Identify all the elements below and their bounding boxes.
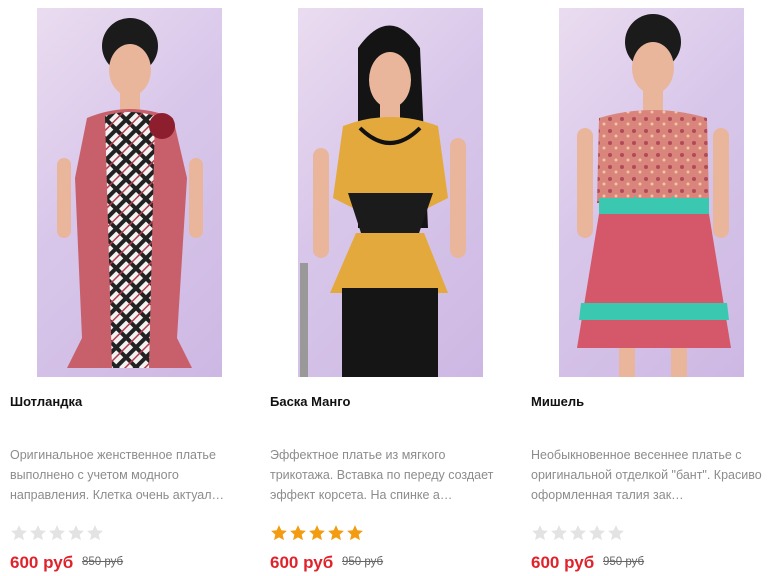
star-icon[interactable] bbox=[10, 524, 28, 542]
product-image-peplum-dress[interactable] bbox=[298, 8, 483, 377]
rating-stars[interactable] bbox=[10, 524, 104, 542]
product-image-plaid-dress[interactable] bbox=[37, 8, 222, 377]
star-icon[interactable] bbox=[550, 524, 568, 542]
dress-illustration bbox=[300, 25, 466, 377]
product-description: Оригинальное женственное платье выполнен… bbox=[10, 448, 225, 502]
product-price: 600 руб bbox=[270, 553, 334, 572]
star-icon[interactable] bbox=[327, 524, 345, 542]
rating-stars[interactable] bbox=[531, 524, 625, 542]
product-price: 600 руб bbox=[10, 553, 74, 572]
product-description: Эффектное платье из мягкого трикотажа. В… bbox=[270, 448, 494, 502]
product-card: Мишель Необыкновенное весеннее платье с … bbox=[521, 0, 762, 576]
star-icon[interactable] bbox=[588, 524, 606, 542]
product-title[interactable]: Шотландка bbox=[10, 394, 82, 409]
star-icon[interactable] bbox=[569, 524, 587, 542]
star-icon[interactable] bbox=[86, 524, 104, 542]
star-icon[interactable] bbox=[607, 524, 625, 542]
product-image-bow-dress[interactable] bbox=[559, 8, 744, 377]
product-old-price: 850 руб bbox=[82, 556, 124, 568]
star-icon[interactable] bbox=[48, 524, 66, 542]
dress-illustration bbox=[57, 18, 203, 368]
star-icon[interactable] bbox=[531, 524, 549, 542]
star-icon[interactable] bbox=[289, 524, 307, 542]
product-old-price: 950 руб bbox=[603, 556, 645, 568]
star-icon[interactable] bbox=[308, 524, 326, 542]
product-price: 600 руб bbox=[531, 553, 595, 572]
product-title[interactable]: Баска Манго bbox=[270, 394, 350, 409]
dress-illustration bbox=[577, 14, 731, 377]
star-icon[interactable] bbox=[270, 524, 288, 542]
star-icon[interactable] bbox=[67, 524, 85, 542]
product-old-price: 950 руб bbox=[342, 556, 384, 568]
product-description: Необыкновенное весеннее платье с оригина… bbox=[531, 448, 762, 502]
product-title[interactable]: Мишель bbox=[531, 394, 584, 409]
star-icon[interactable] bbox=[346, 524, 364, 542]
product-card: Шотландка Оригинальное женственное плать… bbox=[0, 0, 240, 576]
product-card: Баска Манго Эффектное платье из мягкого … bbox=[260, 0, 500, 576]
star-icon[interactable] bbox=[29, 524, 47, 542]
rating-stars[interactable] bbox=[270, 524, 364, 542]
